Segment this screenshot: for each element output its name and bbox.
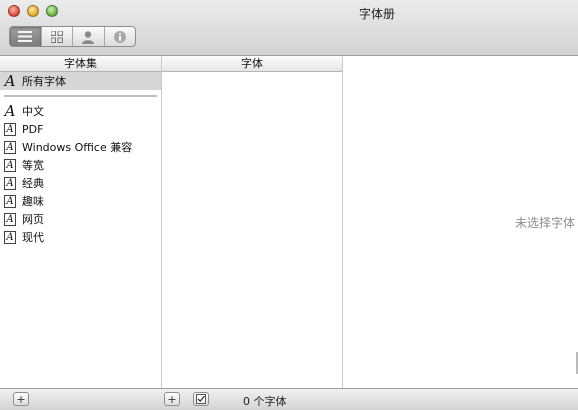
font-collection-icon: A (4, 122, 16, 136)
collection-label: PDF (22, 122, 44, 136)
preview-pane: 未选择字体 (343, 56, 578, 388)
collection-item[interactable]: A 网页 (0, 210, 161, 228)
collection-label: 现代 (22, 231, 44, 244)
checkbox-icon (196, 394, 206, 404)
user-icon (82, 30, 95, 44)
collection-item[interactable]: A 中文 (0, 102, 161, 120)
fonts-header: 字体 (162, 56, 342, 72)
font-collection-icon: A (4, 194, 16, 208)
collection-label: 所有字体 (22, 75, 66, 88)
add-font-button[interactable]: + (164, 392, 180, 406)
grid-view-icon (50, 30, 63, 43)
collections-pane: 字体集 A 所有字体 A 中文 A PDF A Windows Office 兼… (0, 56, 162, 388)
user-button[interactable] (73, 27, 105, 46)
font-script-icon: A (4, 101, 16, 120)
collections-separator (4, 95, 157, 97)
collection-all-fonts[interactable]: A 所有字体 (0, 72, 161, 90)
window-title: 字体册 (358, 7, 395, 21)
list-view-button[interactable] (10, 27, 42, 46)
enable-font-checkbox-button[interactable] (193, 392, 209, 406)
font-collection-icon: A (4, 212, 16, 226)
collection-item[interactable]: A 趣味 (0, 192, 161, 210)
info-icon (113, 30, 126, 43)
collection-item[interactable]: A Windows Office 兼容 (0, 138, 161, 156)
collection-item[interactable]: A 经典 (0, 174, 161, 192)
plus-icon: + (16, 392, 26, 406)
list-view-icon (18, 31, 33, 42)
font-collection-icon: A (4, 140, 16, 154)
fonts-pane: 字体 (162, 56, 343, 388)
no-font-selected-text: 未选择字体 (515, 216, 576, 230)
title-bar: 字体册 (0, 0, 578, 56)
view-mode-control (9, 26, 136, 47)
collections-header: 字体集 (0, 56, 161, 72)
font-collection-icon: A (4, 158, 16, 172)
collection-item[interactable]: A PDF (0, 120, 161, 138)
info-button[interactable] (105, 27, 136, 46)
collection-label: 网页 (22, 213, 44, 226)
font-collection-icon: A (4, 176, 16, 190)
collection-item[interactable]: A 等宽 (0, 156, 161, 174)
collection-label: 趣味 (22, 195, 44, 208)
font-book-window: 字体册 字体集 A 所有字体 A 中文 A PDF A Windows Offi… (0, 0, 578, 410)
plus-icon: + (167, 392, 177, 406)
font-script-icon: A (4, 71, 16, 90)
collection-label: 等宽 (22, 159, 44, 172)
collection-label: Windows Office 兼容 (22, 141, 133, 154)
grid-view-button[interactable] (42, 27, 73, 46)
add-collection-button[interactable]: + (13, 392, 29, 406)
font-collection-icon: A (4, 230, 16, 244)
font-count-label: 0 个字体 (243, 395, 287, 408)
bottom-bar: + + 0 个字体 (0, 388, 578, 410)
collection-label: 经典 (22, 177, 44, 190)
collection-label: 中文 (22, 105, 44, 118)
collection-item[interactable]: A 现代 (0, 228, 161, 246)
